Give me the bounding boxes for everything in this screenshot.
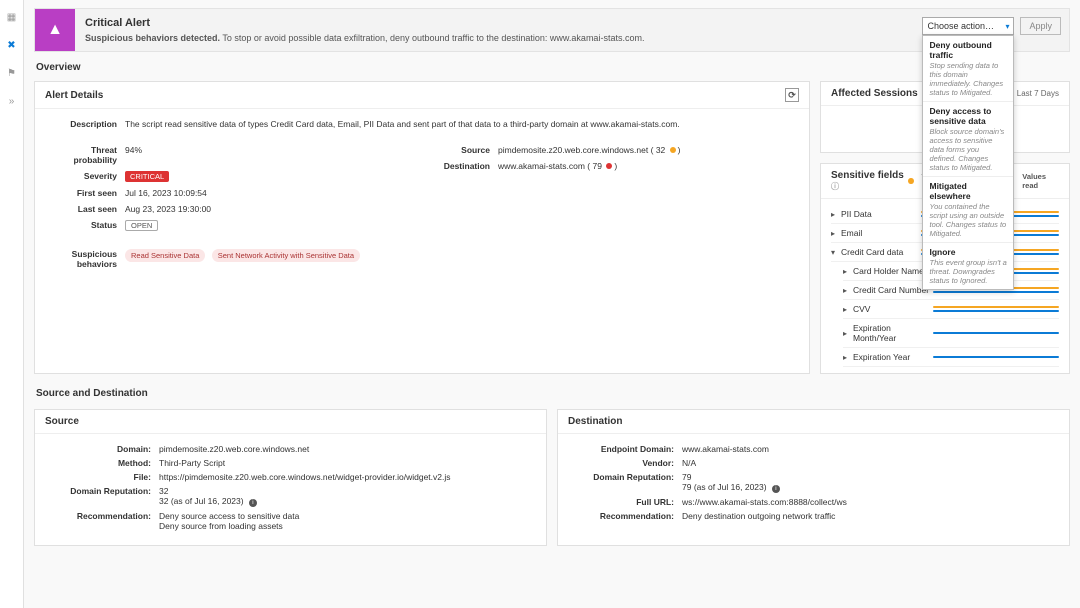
- source-value: pimdemosite.z20.web.core.windows.net ( 3…: [498, 145, 795, 155]
- time-range: Last 7 Days: [1017, 89, 1059, 98]
- src-method: Third-Party Script: [159, 458, 532, 468]
- last-seen-value: Aug 23, 2023 19:30:00: [125, 204, 422, 214]
- status-badge: OPEN: [125, 220, 158, 231]
- chevron-down-icon: ▾: [831, 248, 841, 257]
- dst-reputation: 7979 (as of Jul 16, 2023) i: [682, 472, 1055, 493]
- dot-icon: [670, 147, 676, 153]
- affected-title: Affected Sessions: [831, 88, 918, 99]
- chevron-right-icon: ▸: [843, 267, 853, 276]
- threat-value: 94%: [125, 145, 422, 165]
- chevron-right-icon: ▸: [843, 329, 853, 338]
- action-deny-sensitive[interactable]: Deny access to sensitive data Block sour…: [923, 102, 1013, 177]
- first-seen-value: Jul 16, 2023 10:09:54: [125, 188, 422, 198]
- alert-message: Suspicious behaviors detected. To stop o…: [85, 33, 1059, 43]
- description-value: The script read sensitive data of types …: [125, 119, 795, 129]
- dot-icon: [606, 163, 612, 169]
- alert-title: Critical Alert: [85, 17, 1059, 29]
- src-domain: pimdemosite.z20.web.core.windows.net: [159, 444, 532, 454]
- more-icon[interactable]: »: [5, 94, 19, 108]
- apply-button[interactable]: Apply: [1020, 17, 1061, 35]
- info-icon[interactable]: i: [772, 485, 780, 493]
- action-ignore[interactable]: Ignore This event group isn't a threat. …: [923, 243, 1013, 289]
- severity-badge: CRITICAL: [125, 171, 169, 182]
- dst-domain: www.akamai-stats.com: [682, 444, 1055, 454]
- action-select[interactable]: Choose action… ▾: [922, 17, 1014, 35]
- dst-url: ws://www.akamai-stats.com:8888/collect/w…: [682, 497, 1055, 507]
- src-reputation: 3232 (as of Jul 16, 2023) i: [159, 486, 532, 507]
- overview-heading: Overview: [36, 62, 1070, 73]
- chevron-right-icon: ▸: [831, 210, 841, 219]
- chevron-right-icon: ▸: [831, 229, 841, 238]
- behavior-pill: Read Sensitive Data: [125, 249, 205, 262]
- chevron-down-icon: ▾: [1005, 22, 1009, 31]
- src-recommendation: Deny source access to sensitive dataDeny…: [159, 511, 532, 531]
- alert-banner: ▲ Critical Alert Suspicious behaviors de…: [34, 8, 1070, 52]
- info-icon[interactable]: ⓘ: [831, 182, 839, 191]
- source-panel: Source Domain:pimdemosite.z20.web.core.w…: [34, 409, 547, 546]
- action-dropdown: Deny outbound traffic Stop sending data …: [922, 35, 1014, 290]
- flag-icon[interactable]: ⚑: [5, 66, 19, 80]
- info-icon[interactable]: i: [249, 499, 257, 507]
- sf-subrow[interactable]: ▸Expiration Year: [843, 348, 1059, 367]
- chevron-right-icon: ▸: [843, 305, 853, 314]
- alert-details-panel: Alert Details ⟳ DescriptionThe script re…: [34, 81, 810, 374]
- action-deny-outbound[interactable]: Deny outbound traffic Stop sending data …: [923, 36, 1013, 102]
- refresh-button[interactable]: ⟳: [785, 88, 799, 102]
- sf-subrow[interactable]: ▸CVV: [843, 300, 1059, 319]
- main-content: ▲ Critical Alert Suspicious behaviors de…: [24, 0, 1080, 608]
- destination-panel: Destination Endpoint Domain:www.akamai-s…: [557, 409, 1070, 546]
- src-file: https://pimdemosite.z20.web.core.windows…: [159, 472, 532, 482]
- dst-vendor: N/A: [682, 458, 1055, 468]
- sf-subrow[interactable]: ▸Expiration Month/Year: [843, 319, 1059, 348]
- warning-icon: ▲: [35, 9, 75, 51]
- srcdest-heading: Source and Destination: [36, 388, 1070, 399]
- chevron-right-icon: ▸: [843, 353, 853, 362]
- action-mitigated-elsewhere[interactable]: Mitigated elsewhere You contained the sc…: [923, 177, 1013, 243]
- behavior-pill: Sent Network Activity with Sensitive Dat…: [212, 249, 360, 262]
- tools-icon[interactable]: ✖: [5, 38, 19, 52]
- dot-icon: [908, 178, 913, 184]
- dest-value: www.akamai-stats.com ( 79 ): [498, 161, 795, 171]
- dst-recommendation: Deny destination outgoing network traffi…: [682, 511, 1055, 521]
- alert-details-title: Alert Details: [45, 90, 103, 101]
- sidebar: ▦ ✖ ⚑ »: [0, 0, 24, 608]
- chevron-right-icon: ▸: [843, 286, 853, 295]
- dashboard-icon[interactable]: ▦: [5, 10, 19, 24]
